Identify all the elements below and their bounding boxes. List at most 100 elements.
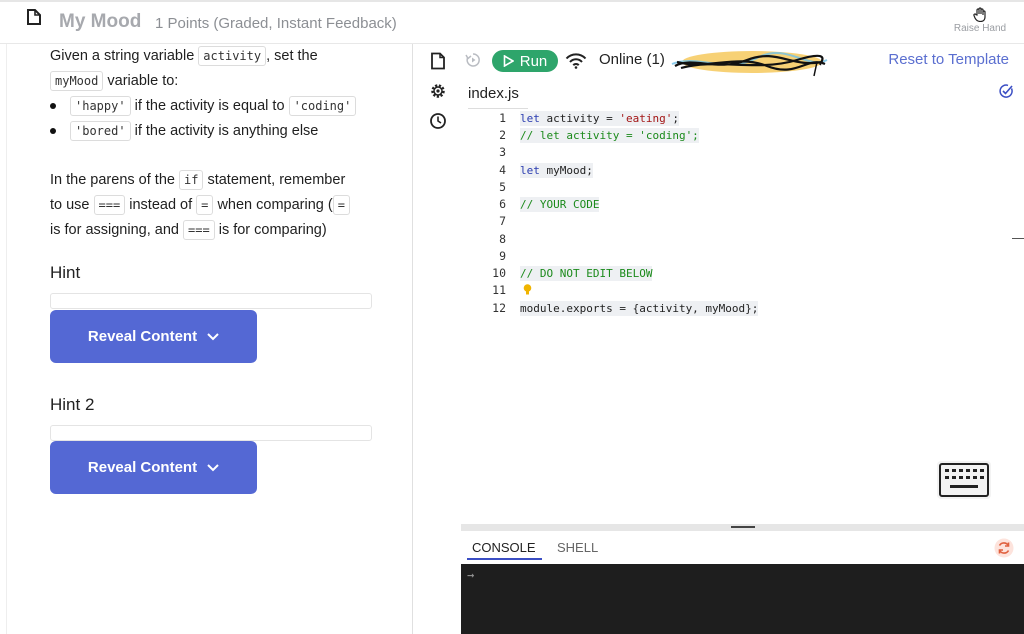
code-if: if xyxy=(178,170,204,190)
code-line-12: module.exports = {activity, myMood}; xyxy=(520,301,759,316)
play-icon xyxy=(503,55,514,67)
text: In the parens of the xyxy=(50,172,175,188)
code-bored: 'bored' xyxy=(70,121,131,141)
code-line-10: // DO NOT EDIT BELOW xyxy=(520,266,653,281)
keyboard-icon[interactable] xyxy=(936,460,992,500)
instruction-line-4: to use === instead of = when comparing (… xyxy=(50,195,350,215)
editor-toolbar: Run Online (1) Reset to Template xyxy=(461,44,1024,78)
active-tab-indicator xyxy=(467,558,542,560)
line-number: 1 xyxy=(499,111,506,125)
bullet-dot xyxy=(50,128,56,134)
reveal-label: Reveal Content xyxy=(87,459,198,476)
line-number: 7 xyxy=(499,214,506,228)
app-root: My Mood 1 Points (Graded, Instant Feedba… xyxy=(0,0,1024,634)
code-activity: activity xyxy=(198,46,267,66)
splitter-handle[interactable] xyxy=(731,526,755,528)
line-number: 11 xyxy=(492,283,506,297)
code-happy: 'happy' xyxy=(70,96,131,116)
line-number: 8 xyxy=(499,232,506,246)
line-number: 6 xyxy=(499,197,506,211)
code-line-6: // YOUR CODE xyxy=(520,197,600,212)
console-prompt: → xyxy=(467,568,475,582)
chevron-down-icon xyxy=(207,332,219,340)
instruction-line-1: Given a string variable activity, set th… xyxy=(50,46,318,66)
instruction-line-2: myMood variable to: xyxy=(50,71,178,91)
check-icon[interactable] xyxy=(998,83,1014,99)
code-line-2: // let activity = 'coding'; xyxy=(520,128,699,143)
hint-heading: Hint 2 xyxy=(50,395,95,414)
file-icon xyxy=(27,9,41,25)
text: is for assigning, and xyxy=(50,222,179,238)
code-equals: = xyxy=(196,195,214,215)
text: , set the xyxy=(266,48,318,64)
text: statement, remember xyxy=(207,172,346,188)
points-subtitle: 1 Points (Graded, Instant Feedback) xyxy=(155,15,397,32)
code-editor[interactable]: index.js 1 2 3 4 5 6 7 8 9 10 11 12 let … xyxy=(461,78,1024,524)
bullet-happy: 'happy' if the activity is equal to 'cod… xyxy=(70,96,357,116)
text: variable to: xyxy=(107,73,179,89)
file-tab-index[interactable]: index.js xyxy=(468,85,519,102)
online-status: Online (1) xyxy=(599,51,665,68)
line-number: 3 xyxy=(499,145,506,159)
raise-hand-label: Raise Hand xyxy=(953,23,1007,34)
reveal-label: Reveal Content xyxy=(87,328,198,345)
refresh-icon[interactable] xyxy=(994,538,1014,558)
line-number: 4 xyxy=(499,163,506,177)
run-button[interactable]: Run xyxy=(492,50,558,72)
text: when comparing ( xyxy=(217,197,333,213)
run-label: Run xyxy=(519,52,548,70)
chevron-down-icon xyxy=(207,463,219,471)
assignment-title: My Mood xyxy=(59,11,142,32)
text: to use xyxy=(50,197,90,213)
line-number: 5 xyxy=(499,180,506,194)
instructions-pane: Given a string variable activity, set th… xyxy=(0,44,413,634)
tab-console[interactable]: CONSOLE xyxy=(472,540,536,555)
line-number: 2 xyxy=(499,128,506,142)
code-line-1: let activity = 'eating'; xyxy=(520,111,679,126)
side-rail xyxy=(414,44,461,634)
hint-content-bar xyxy=(50,425,372,441)
top-header: My Mood 1 Points (Graded, Instant Feedba… xyxy=(0,0,1024,44)
text: instead of xyxy=(129,197,193,213)
text: if the activity is equal to xyxy=(134,98,285,114)
hint-heading: Hint xyxy=(50,263,81,282)
tab-underline xyxy=(468,108,528,109)
text: is for comparing) xyxy=(218,222,327,238)
text: if the activity is anything else xyxy=(134,123,319,139)
code-text: activity = xyxy=(539,112,620,125)
bullet-bored: 'bored' if the activity is anything else xyxy=(70,121,318,141)
restart-icon[interactable] xyxy=(465,52,481,68)
history-icon[interactable] xyxy=(429,112,447,130)
hint-content-bar xyxy=(50,293,372,309)
code-text: ; xyxy=(672,112,679,125)
bullet-dot xyxy=(50,103,56,109)
wifi-icon xyxy=(565,53,587,69)
code-triple-equals: === xyxy=(93,195,126,215)
pane-divider xyxy=(6,44,7,634)
reset-to-template-button[interactable]: Reset to Template xyxy=(888,51,1009,68)
panel-splitter[interactable] xyxy=(461,524,1024,531)
instruction-line-3: In the parens of the if statement, remem… xyxy=(50,170,345,190)
code-mymood: myMood xyxy=(50,71,104,91)
tab-shell[interactable]: SHELL xyxy=(557,540,598,555)
settings-icon[interactable] xyxy=(429,82,447,100)
line-number: 10 xyxy=(492,266,506,280)
raise-hand-icon xyxy=(973,7,986,22)
instruction-line-5: is for assigning, and === is for compari… xyxy=(50,220,327,240)
scroll-marker xyxy=(1012,238,1024,239)
file-icon[interactable] xyxy=(429,52,447,70)
redaction-scribble xyxy=(671,51,828,77)
keyword: let xyxy=(520,112,540,125)
code-coding: 'coding' xyxy=(288,96,357,116)
reveal-hint-2-button[interactable]: Reveal Content xyxy=(50,441,257,494)
keyword: let xyxy=(520,164,540,177)
code-line-4: let myMood; xyxy=(520,163,593,178)
code-text: myMood; xyxy=(539,164,593,177)
console-tab-bar: CONSOLE SHELL xyxy=(461,531,1024,564)
raise-hand-button[interactable]: Raise Hand xyxy=(952,7,1008,34)
lightbulb-icon[interactable] xyxy=(523,284,532,296)
line-number: 9 xyxy=(499,249,506,263)
code-equals: = xyxy=(332,195,350,215)
console-output[interactable]: → xyxy=(461,564,1024,634)
reveal-hint-button[interactable]: Reveal Content xyxy=(50,310,257,363)
